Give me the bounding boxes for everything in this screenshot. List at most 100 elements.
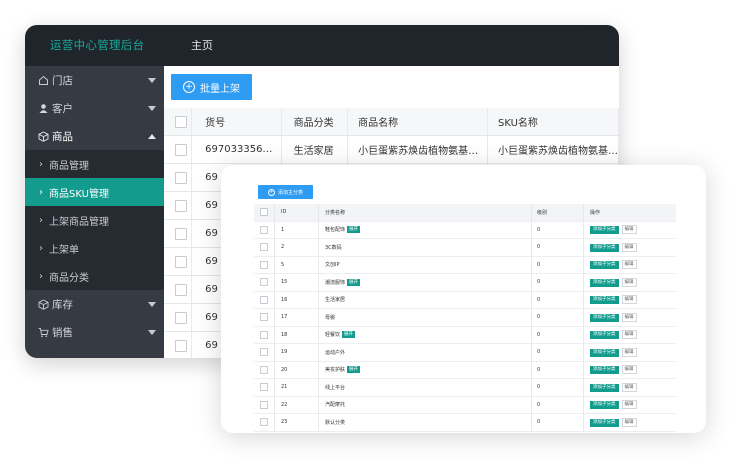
category-id: 19 [274, 343, 319, 362]
sidebar-item-customer[interactable]: 客户 [25, 94, 164, 122]
category-name: 美妆护肤 [325, 367, 346, 374]
row-checkbox[interactable] [260, 365, 268, 374]
table-row[interactable]: 15 潮流服饰 展开 0 添加子分类 编辑 [254, 273, 676, 292]
sidebar-item-product[interactable]: 商品 [25, 122, 164, 150]
add-child-category-button[interactable]: 添加子分类 [590, 383, 619, 392]
add-child-category-button[interactable]: 添加子分类 [590, 226, 619, 235]
row-checkbox[interactable] [260, 295, 268, 304]
expand-button[interactable]: 展开 [347, 226, 361, 234]
column-header[interactable]: 货号 [191, 108, 282, 136]
inventory-icon [37, 298, 49, 310]
row-checkbox[interactable] [175, 255, 187, 268]
chevron-right-icon: › [39, 158, 43, 170]
row-checkbox[interactable] [260, 278, 268, 287]
add-child-category-button[interactable]: 添加子分类 [590, 366, 619, 375]
table-header-row: ID 分类名称 级别 操作 [254, 204, 676, 222]
sidebar-subitem-product-management[interactable]: › 商品管理 [25, 150, 164, 178]
row-checkbox[interactable] [175, 311, 187, 324]
category-id: 18 [274, 326, 319, 344]
row-checkbox[interactable] [260, 348, 268, 357]
select-all-checkbox[interactable] [260, 208, 268, 217]
row-checkbox[interactable] [260, 400, 268, 409]
sidebar-subitem-listing-orders[interactable]: › 上架单 [25, 234, 164, 262]
row-checkbox[interactable] [260, 330, 268, 339]
row-checkbox[interactable] [175, 171, 187, 184]
edit-button[interactable]: 编辑 [621, 400, 637, 410]
add-child-category-button[interactable]: 添加子分类 [590, 313, 619, 322]
row-checkbox[interactable] [175, 339, 187, 352]
add-child-category-button[interactable]: 添加子分类 [590, 261, 619, 270]
table-row[interactable]: 22 汽配摩托 0 添加子分类 编辑 [254, 396, 676, 414]
column-header[interactable]: SKU名称 [487, 108, 619, 136]
add-child-category-button[interactable]: 添加子分类 [590, 278, 619, 287]
add-child-category-button[interactable]: 添加子分类 [590, 348, 619, 357]
add-child-category-button[interactable]: 添加子分类 [590, 331, 619, 340]
plus-circle-icon: + [183, 81, 195, 93]
table-row[interactable]: 19 运动户外 0 添加子分类 编辑 [254, 343, 676, 362]
edit-button[interactable]: 编辑 [621, 260, 637, 270]
expand-button[interactable]: 展开 [347, 366, 361, 374]
table-row[interactable]: 16 生活家居 0 添加子分类 编辑 [254, 291, 676, 309]
add-child-category-button[interactable]: 添加子分类 [590, 296, 619, 305]
table-row[interactable]: 5 文创IP 0 添加子分类 编辑 [254, 256, 676, 274]
row-checkbox[interactable] [260, 383, 268, 392]
edit-button[interactable]: 编辑 [621, 330, 637, 340]
category-id: 22 [274, 396, 319, 414]
edit-button[interactable]: 编辑 [621, 365, 637, 375]
table-row[interactable]: 17 母婴 0 添加子分类 编辑 [254, 308, 676, 327]
category-name: 生活家居 [325, 297, 346, 304]
sidebar-subitem-label: 商品管理 [49, 160, 89, 172]
sidebar-item-store[interactable]: 门店 [25, 66, 164, 94]
row-checkbox[interactable] [175, 227, 187, 240]
sidebar-subitem-categories[interactable]: › 商品分类 [25, 262, 164, 290]
edit-button[interactable]: 编辑 [621, 382, 637, 392]
row-checkbox[interactable] [175, 283, 187, 296]
table-row[interactable]: 21 线上平台 0 添加子分类 编辑 [254, 378, 676, 397]
box-icon [37, 130, 49, 142]
nav-home-link[interactable]: 主页 [191, 37, 213, 53]
row-checkbox[interactable] [260, 313, 268, 322]
table-row[interactable]: 1 鞋包配饰 展开 0 添加子分类 编辑 [254, 221, 676, 239]
expand-button[interactable]: 展开 [342, 331, 356, 339]
table-row[interactable]: 20 美妆护肤 展开 0 添加子分类 编辑 [254, 361, 676, 379]
select-all-checkbox[interactable] [175, 115, 187, 128]
expand-button[interactable]: 展开 [347, 278, 361, 286]
row-checkbox[interactable] [260, 260, 268, 269]
add-child-category-button[interactable]: 添加子分类 [590, 401, 619, 410]
sidebar-item-inventory[interactable]: 库存 [25, 290, 164, 318]
edit-button[interactable]: 编辑 [621, 417, 637, 427]
column-header[interactable]: 商品分类 [281, 108, 349, 136]
batch-list-button[interactable]: + 批量上架 [171, 74, 252, 100]
add-root-category-button[interactable]: + 添加主分类 [258, 185, 313, 199]
category-level: 0 [531, 396, 584, 414]
table-row[interactable]: 697033356… 生活家居 小巨蛋紫苏焕齿植物氨基… 小巨蛋紫苏焕齿植物氨基… [164, 135, 619, 164]
edit-button[interactable]: 编辑 [621, 295, 637, 305]
column-header[interactable]: 商品名称 [347, 108, 488, 136]
add-child-category-button[interactable]: 添加子分类 [590, 243, 619, 252]
edit-button[interactable]: 编辑 [621, 242, 637, 252]
edit-button[interactable]: 编辑 [621, 277, 637, 287]
chevron-down-icon [148, 302, 156, 307]
category-level: 0 [531, 291, 584, 309]
row-checkbox[interactable] [260, 243, 268, 252]
actions-cell: 添加子分类 编辑 [583, 256, 676, 274]
sidebar-item-sales[interactable]: 销售 [25, 318, 164, 346]
category-level: 0 [531, 413, 584, 432]
edit-button[interactable]: 编辑 [621, 312, 637, 322]
category-name: 运动户外 [325, 349, 346, 356]
column-header: 级别 [531, 204, 584, 222]
edit-button[interactable]: 编辑 [621, 347, 637, 357]
row-checkbox[interactable] [260, 418, 268, 427]
table-row[interactable]: 23 默认分类 0 添加子分类 编辑 [254, 413, 676, 432]
sidebar-subitem-listed-products[interactable]: › 上架商品管理 [25, 206, 164, 234]
edit-button[interactable]: 编辑 [621, 225, 637, 235]
add-root-category-label: 添加主分类 [277, 189, 303, 196]
table-row[interactable]: 18 轻餐饮 展开 0 添加子分类 编辑 [254, 326, 676, 344]
row-checkbox[interactable] [175, 143, 187, 156]
add-child-category-button[interactable]: 添加子分类 [590, 418, 619, 427]
table-row[interactable]: 2 3C数码 0 添加子分类 编辑 [254, 238, 676, 257]
row-checkbox[interactable] [260, 225, 268, 234]
row-checkbox[interactable] [175, 199, 187, 212]
sidebar-subitem-sku-management[interactable]: › 商品SKU管理 [25, 178, 164, 206]
category-name-cell: 生活家居 [318, 291, 532, 309]
